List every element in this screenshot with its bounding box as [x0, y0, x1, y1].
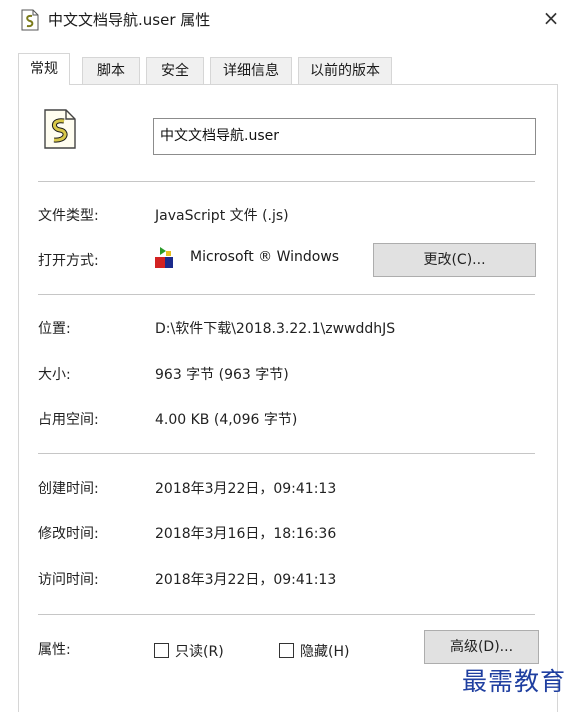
tab-details[interactable]: 详细信息: [210, 57, 292, 84]
close-button[interactable]: ×: [536, 3, 566, 33]
open-with-label: 打开方式:: [38, 253, 99, 269]
watermark: 最需教育: [462, 667, 567, 696]
file-type-value: JavaScript 文件 (.js): [155, 208, 289, 224]
open-with-app: Microsoft ® Windows: [190, 249, 340, 265]
tab-previous-versions[interactable]: 以前的版本: [298, 57, 392, 84]
tab-general[interactable]: 常规: [18, 53, 70, 85]
location-label: 位置:: [38, 321, 71, 337]
divider: [38, 294, 535, 295]
accessed-label: 访问时间:: [38, 572, 99, 588]
modified-label: 修改时间:: [38, 526, 99, 542]
window-title: 中文文档导航.user 属性: [48, 11, 211, 29]
hidden-label[interactable]: 隐藏(H): [300, 641, 349, 661]
divider: [38, 181, 535, 182]
tab-panel-general: [18, 84, 558, 712]
tab-strip: 常规 脚本 安全 详细信息 以前的版本: [18, 53, 573, 85]
readonly-label[interactable]: 只读(R): [175, 641, 224, 661]
location-value: D:\软件下载\2018.3.22.1\zwwddhJS: [155, 321, 396, 337]
file-type-label: 文件类型:: [38, 208, 99, 224]
advanced-button[interactable]: 高级(D)...: [424, 630, 539, 664]
readonly-checkbox[interactable]: [154, 643, 169, 658]
script-file-icon: [21, 9, 39, 31]
tab-label: 详细信息: [223, 63, 279, 79]
disk-size-label: 占用空间:: [38, 412, 99, 428]
size-label: 大小:: [38, 367, 71, 383]
created-label: 创建时间:: [38, 481, 99, 497]
tab-label: 以前的版本: [310, 63, 380, 79]
divider: [38, 614, 535, 615]
script-file-icon: [44, 109, 76, 149]
title-bar: 中文文档导航.user 属性 ×: [0, 0, 585, 40]
hidden-checkbox[interactable]: [279, 643, 294, 658]
attributes-label: 属性:: [38, 642, 71, 658]
created-value: 2018年3月22日，09:41:13: [155, 481, 337, 497]
tab-label: 安全: [161, 63, 189, 79]
accessed-value: 2018年3月22日，09:41:13: [155, 572, 337, 588]
size-value: 963 字节 (963 字节): [155, 367, 289, 383]
change-button[interactable]: 更改(C)...: [373, 243, 536, 277]
modified-value: 2018年3月16日，18:16:36: [155, 526, 337, 542]
disk-size-value: 4.00 KB (4,096 字节): [155, 412, 298, 428]
divider: [38, 453, 535, 454]
file-name-input[interactable]: 中文文档导航.user: [153, 118, 536, 155]
tab-security[interactable]: 安全: [146, 57, 204, 84]
windows-script-host-icon: [155, 247, 173, 268]
tab-script[interactable]: 脚本: [82, 57, 140, 84]
tab-label: 常规: [30, 61, 58, 77]
close-icon: ×: [542, 6, 560, 30]
tab-label: 脚本: [97, 63, 125, 79]
